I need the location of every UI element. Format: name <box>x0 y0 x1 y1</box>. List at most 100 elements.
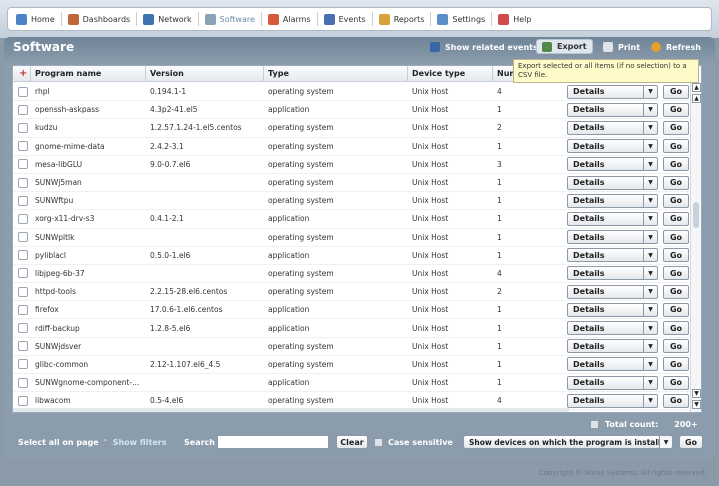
row-checkbox[interactable] <box>18 232 28 243</box>
row-go-button[interactable]: Go <box>663 193 689 208</box>
row-checkbox[interactable] <box>18 286 28 297</box>
details-select[interactable]: Details ▼ <box>567 84 658 99</box>
details-select[interactable]: Details ▼ <box>567 175 658 190</box>
table-row[interactable]: SUNWftpu operating system Unix Host 1 Detail… <box>13 192 697 211</box>
row-go-button[interactable]: Go <box>663 84 689 99</box>
case-sensitive-checkbox[interactable] <box>374 437 383 447</box>
row-checkbox[interactable] <box>18 323 28 334</box>
details-select[interactable]: Details ▼ <box>567 102 658 117</box>
table-row[interactable]: SUNWpltlk operating system Unix Host 1 Detai… <box>13 229 697 247</box>
table-row[interactable]: pyliblacl 0.5.0-1.el6 application Unix Host… <box>13 247 697 265</box>
table-row[interactable]: mesa-libGLU 9.0-0.7.el6 operating system Un… <box>13 156 697 174</box>
nav-item-network[interactable]: Network <box>139 11 195 27</box>
details-select[interactable]: Details ▼ <box>567 302 658 317</box>
row-go-button[interactable]: Go <box>663 266 689 281</box>
refresh-button[interactable]: Refresh <box>651 40 701 54</box>
details-select[interactable]: Details ▼ <box>567 139 658 154</box>
row-go-button[interactable]: Go <box>663 321 689 336</box>
row-checkbox[interactable] <box>18 395 28 406</box>
column-header-version[interactable]: Version <box>146 66 264 82</box>
nav-item-events[interactable]: Events <box>320 11 370 27</box>
show-devices-go-button[interactable]: Go <box>679 435 703 449</box>
scroll-down-icon[interactable]: ▼ <box>692 389 701 398</box>
clear-button[interactable]: Clear <box>336 435 368 449</box>
select-all-on-page-link[interactable]: Select all on page <box>18 438 99 447</box>
details-select[interactable]: Details ▼ <box>567 211 658 226</box>
details-select[interactable]: Details ▼ <box>567 375 658 390</box>
table-row[interactable]: openssh-askpass 4.3p2-41.el5 application Un… <box>13 101 697 120</box>
row-go-button[interactable]: Go <box>663 139 689 154</box>
row-checkbox[interactable] <box>18 177 28 188</box>
row-checkbox[interactable] <box>18 341 28 352</box>
row-checkbox[interactable] <box>18 268 28 279</box>
table-row[interactable]: SUNWj5man operating system Unix Host 1 Detai… <box>13 174 697 193</box>
row-checkbox[interactable] <box>18 141 28 152</box>
add-column-button[interactable]: + <box>13 66 31 82</box>
details-select[interactable]: Details ▼ <box>567 393 658 408</box>
export-button[interactable]: Export <box>536 39 593 54</box>
row-go-button[interactable]: Go <box>663 175 689 190</box>
nav-item-software[interactable]: Software <box>201 11 259 27</box>
scroll-up-icon[interactable]: ▲ <box>692 94 701 103</box>
table-row[interactable]: rhpl 0.194.1-1 operating system Unix Host 4 D… <box>13 83 697 102</box>
show-devices-select[interactable]: Show devices on which the program is ins… <box>463 435 673 449</box>
row-go-button[interactable]: Go <box>663 375 689 390</box>
nav-item-settings[interactable]: Settings <box>433 11 489 27</box>
row-checkbox[interactable] <box>18 86 28 97</box>
table-row[interactable]: SUNWjdsver operating system Unix Host 1 Deta… <box>13 338 697 356</box>
row-go-button[interactable]: Go <box>663 339 689 354</box>
row-go-button[interactable]: Go <box>663 248 689 263</box>
details-select[interactable]: Details ▼ <box>567 230 658 245</box>
row-go-button[interactable]: Go <box>663 102 689 117</box>
nav-item-help[interactable]: Help <box>494 11 535 27</box>
table-row[interactable]: firefox 17.0.6-1.el6.centos application Uni… <box>13 301 697 320</box>
row-checkbox[interactable] <box>18 304 28 315</box>
details-select[interactable]: Details ▼ <box>567 321 658 336</box>
row-go-button[interactable]: Go <box>663 211 689 226</box>
row-go-button[interactable]: Go <box>663 302 689 317</box>
show-related-events-button[interactable]: Show related events <box>430 40 538 54</box>
search-input[interactable] <box>217 435 329 449</box>
details-select[interactable]: Details ▼ <box>567 357 658 372</box>
row-checkbox[interactable] <box>18 104 28 115</box>
table-row[interactable]: glibc-common 2.12-1.107.el6_4.5 operating … <box>13 356 697 374</box>
table-row[interactable]: kudzu 1.2.57.1.24-1.el5.centos operating s… <box>13 119 697 138</box>
table-row[interactable]: gnome-mime-data 2.4.2-3.1 operating system… <box>13 138 697 156</box>
table-row[interactable]: rdiff-backup 1.2.8-5.el6 application Unix H… <box>13 319 697 338</box>
row-checkbox[interactable] <box>18 159 28 170</box>
row-checkbox[interactable] <box>18 377 28 388</box>
row-checkbox[interactable] <box>18 359 28 370</box>
details-select[interactable]: Details ▼ <box>567 284 658 299</box>
column-header-type[interactable]: Type <box>264 66 408 82</box>
nav-item-dashboards[interactable]: Dashboards <box>64 11 135 27</box>
details-select[interactable]: Details ▼ <box>567 120 658 135</box>
row-checkbox[interactable] <box>18 213 28 224</box>
print-button[interactable]: Print <box>603 40 640 54</box>
details-select[interactable]: Details ▼ <box>567 193 658 208</box>
column-header-program-name[interactable]: Program name <box>31 66 146 82</box>
table-row[interactable]: SUNWgnome-component-... application Unix H… <box>13 374 697 393</box>
details-select[interactable]: Details ▼ <box>567 248 658 263</box>
row-go-button[interactable]: Go <box>663 393 689 408</box>
nav-item-home[interactable]: Home <box>12 11 59 27</box>
details-select[interactable]: Details ▼ <box>567 266 658 281</box>
table-row[interactable]: libjpeg-6b-37 operating system Unix Host 4 D… <box>13 265 697 284</box>
show-filters-link[interactable]: ⌃ Show filters <box>102 434 166 450</box>
row-go-button[interactable]: Go <box>663 357 689 372</box>
horizontal-scrollbar[interactable] <box>13 408 569 412</box>
nav-item-reports[interactable]: Reports <box>375 11 429 27</box>
table-row[interactable]: httpd-tools 2.2.15-28.el6.centos operating… <box>13 283 697 302</box>
row-checkbox[interactable] <box>18 195 28 206</box>
scroll-up-icon[interactable]: ▲ <box>692 83 701 92</box>
row-checkbox[interactable] <box>18 122 28 133</box>
row-go-button[interactable]: Go <box>663 157 689 172</box>
table-row[interactable]: xorg-x11-drv-s3 0.4.1-2.1 application Unix … <box>13 210 697 229</box>
details-select[interactable]: Details ▼ <box>567 157 658 172</box>
scroll-thumb[interactable] <box>693 202 699 228</box>
row-go-button[interactable]: Go <box>663 230 689 245</box>
details-select[interactable]: Details ▼ <box>567 339 658 354</box>
row-go-button[interactable]: Go <box>663 120 689 135</box>
column-header-device-type[interactable]: Device type <box>408 66 493 82</box>
vertical-scrollbar[interactable]: ▲ ▲ ▼ ▼ <box>690 82 701 412</box>
row-checkbox[interactable] <box>18 250 28 261</box>
